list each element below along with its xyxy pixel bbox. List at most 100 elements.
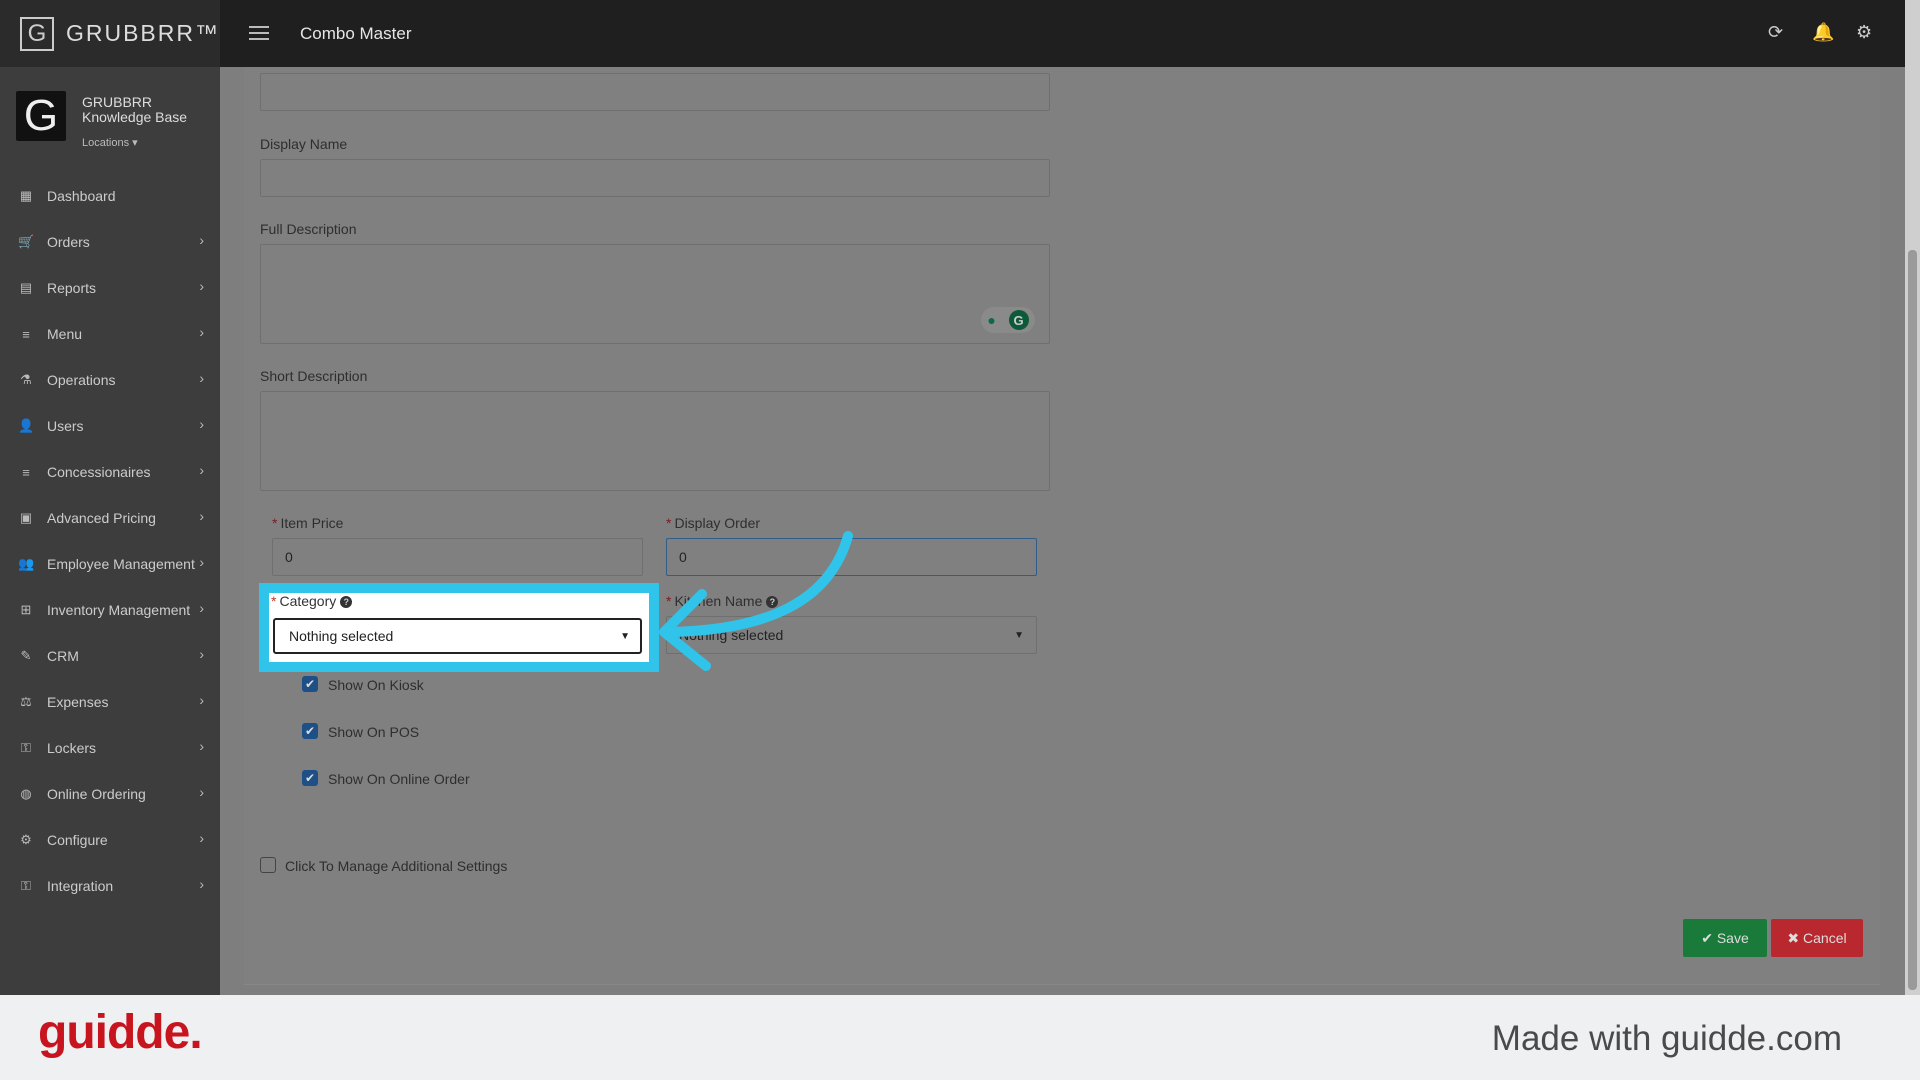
plug-icon: ⚿ <box>21 878 31 893</box>
chevron-right-icon: › <box>199 416 204 432</box>
locker-icon: ⚿ <box>21 740 31 755</box>
employees-icon: 👥 <box>18 556 35 571</box>
chevron-right-icon: › <box>199 232 204 248</box>
short-description-textarea[interactable] <box>260 391 1050 491</box>
hamburger-menu-icon[interactable] <box>249 26 269 40</box>
required-marker: * <box>272 515 278 531</box>
chevron-right-icon: › <box>199 278 204 294</box>
cancel-button[interactable]: ✖ Cancel <box>1771 919 1863 957</box>
chevron-right-icon: › <box>199 738 204 754</box>
sidebar: G GRUBBRR Knowledge Base Locations ▾ ▦ Da… <box>0 67 220 995</box>
category-value: Nothing selected <box>289 628 394 644</box>
chevron-right-icon: › <box>199 600 204 616</box>
locations-dropdown[interactable]: Locations ▾ <box>82 136 138 149</box>
chevron-right-icon: › <box>199 324 204 340</box>
sidebar-item-lockers[interactable]: ⚿ Lockers › <box>0 725 220 771</box>
location-name: GRUBBRR Knowledge Base <box>82 94 188 125</box>
full-description-textarea[interactable]: ● G <box>260 244 1050 344</box>
sidebar-item-reports[interactable]: ▤ Reports › <box>0 265 220 311</box>
sitemap-icon: ⊞ <box>20 602 32 617</box>
flask-icon: ⚗ <box>20 372 32 387</box>
chevron-right-icon: › <box>199 462 204 478</box>
sidebar-item-label: Lockers <box>47 740 97 756</box>
crm-icon: ✎ <box>20 648 32 663</box>
cog-icon: ⚙ <box>20 832 32 847</box>
help-icon[interactable]: ? <box>340 596 353 608</box>
additional-settings-checkbox[interactable] <box>260 857 276 873</box>
sidebar-item-label: Advanced Pricing <box>47 510 156 526</box>
sidebar-item-operations[interactable]: ⚗ Operations › <box>0 357 220 403</box>
bulb-icon: ● <box>987 312 996 328</box>
check-icon: ✔ <box>1701 929 1717 946</box>
dashboard-icon: ▦ <box>19 188 33 203</box>
sidebar-item-integration[interactable]: ⚿ Integration › <box>0 863 220 909</box>
item-price-label: * Item Price <box>272 515 343 531</box>
brand-logo-mark: G <box>20 16 54 51</box>
show-on-kiosk-checkbox[interactable]: ✔ <box>302 676 318 692</box>
sidebar-item-inventory-management[interactable]: ⊞ Inventory Management › <box>0 587 220 633</box>
chevron-right-icon: › <box>199 876 204 892</box>
show-on-online-order-checkbox[interactable]: ✔ <box>302 770 318 786</box>
sidebar-item-orders[interactable]: 🛒 Orders › <box>0 219 220 265</box>
caret-down-icon: ▼ <box>620 630 630 642</box>
show-on-online-order-label: Show On Online Order <box>328 771 470 787</box>
sidebar-item-label: Orders <box>47 234 90 250</box>
category-select[interactable]: Nothing selected ▼ <box>273 618 642 654</box>
sidebar-item-configure[interactable]: ⚙ Configure › <box>0 817 220 863</box>
sidebar-nav: ▦ Dashboard 🛒 Orders › ▤ Reports › ≡ Menu › ⚗ Operat… <box>0 173 220 909</box>
sidebar-item-users[interactable]: 👤 Users › <box>0 403 220 449</box>
sidebar-item-label: Integration <box>47 878 114 894</box>
sidebar-item-advanced-pricing[interactable]: ▣ Advanced Pricing › <box>0 495 220 541</box>
scrollbar[interactable] <box>1905 0 1920 995</box>
sidebar-item-label: Concessionaires <box>47 464 151 480</box>
chevron-right-icon: › <box>199 830 204 846</box>
close-icon: ✖ <box>1787 929 1804 946</box>
caret-down-icon: ▾ <box>132 137 138 149</box>
gear-icon[interactable]: ⚙ <box>1856 22 1872 43</box>
sidebar-item-label: Menu <box>47 326 83 342</box>
sidebar-item-crm[interactable]: ✎ CRM › <box>0 633 220 679</box>
money-icon: ▣ <box>19 510 33 525</box>
chevron-right-icon: › <box>199 554 204 570</box>
sidebar-item-dashboard[interactable]: ▦ Dashboard <box>0 173 220 219</box>
main-content: Display Name Full Description ● G Short … <box>220 67 1905 995</box>
sidebar-item-menu[interactable]: ≡ Menu › <box>0 311 220 357</box>
sidebar-item-label: Online Ordering <box>47 786 146 802</box>
sidebar-item-concessionaires[interactable]: ≡ Concessionaires › <box>0 449 220 495</box>
sidebar-item-expenses[interactable]: ⚖ Expenses › <box>0 679 220 725</box>
combo-form-card: Display Name Full Description ● G Short … <box>244 67 1880 985</box>
sidebar-item-label: Operations <box>47 372 116 388</box>
pointer-arrow-icon <box>659 531 853 671</box>
display-name-field[interactable] <box>260 159 1050 197</box>
scrollbar-thumb[interactable] <box>1908 250 1917 990</box>
guidde-footer: guidde. Made with guidde.com <box>0 995 1920 1080</box>
sidebar-item-label: Reports <box>47 280 97 296</box>
made-with-guidde: Made with guidde.com <box>1491 1019 1842 1058</box>
sidebar-item-employee-management[interactable]: 👥 Employee Management › <box>0 541 220 587</box>
additional-settings-label: Click To Manage Additional Settings <box>285 858 508 874</box>
users-icon: 👤 <box>18 418 35 433</box>
sidebar-item-online-ordering[interactable]: ◍ Online Ordering › <box>0 771 220 817</box>
show-on-pos-checkbox[interactable]: ✔ <box>302 723 318 739</box>
sidebar-item-label: Employee Management <box>47 556 195 572</box>
globe-icon: ◍ <box>20 786 32 801</box>
brand-logo[interactable]: G GRUBBRR™ <box>0 0 220 67</box>
save-button[interactable]: ✔ Save <box>1683 919 1767 957</box>
chevron-right-icon: › <box>199 370 204 386</box>
app-frame: G GRUBBRR™ Combo Master ⟳ 🔔 ⚙ G GRUBBRR … <box>0 0 1920 1080</box>
required-marker: * <box>271 593 277 609</box>
sidebar-item-label: Expenses <box>47 694 109 710</box>
item-price-field[interactable]: 0 <box>272 538 643 576</box>
refresh-icon[interactable]: ⟳ <box>1768 22 1783 43</box>
page-title: Combo Master <box>300 24 412 43</box>
sidebar-item-label: Configure <box>47 832 108 848</box>
name-field[interactable] <box>260 73 1050 111</box>
category-label: * Category? <box>271 593 353 609</box>
grammarly-icon: G <box>1008 310 1029 330</box>
grammarly-widget[interactable]: ● G <box>981 307 1035 333</box>
brand-name: GRUBBRR™ <box>65 20 220 46</box>
list-icon: ≡ <box>22 464 30 480</box>
bell-icon[interactable]: 🔔 <box>1812 22 1834 43</box>
chevron-right-icon: › <box>199 508 204 524</box>
sidebar-item-label: Dashboard <box>47 188 116 204</box>
